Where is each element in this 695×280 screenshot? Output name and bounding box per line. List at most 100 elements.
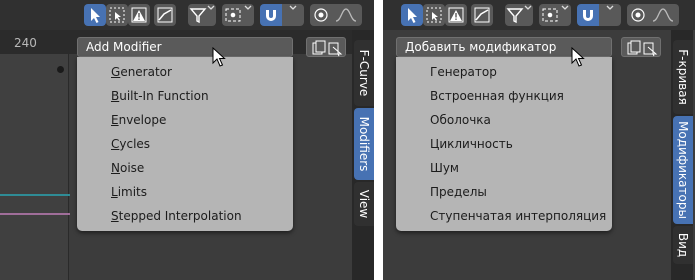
normalize-button[interactable]	[154, 4, 176, 26]
image-divider	[374, 0, 383, 280]
tab-modifiers[interactable]: Модификаторы	[673, 116, 693, 224]
snap-dropdown[interactable]	[282, 4, 304, 26]
menu-item-cycles[interactable]: Цикличность	[396, 132, 612, 156]
falloff-dropdown[interactable]	[649, 4, 679, 26]
proportional-edit-toggle[interactable]	[627, 4, 649, 26]
falloff-curve-icon	[335, 8, 357, 22]
copy-paste-icon	[312, 40, 343, 57]
tab-view[interactable]: Вид	[673, 226, 693, 264]
filter-funnel-icon	[189, 8, 207, 24]
menu-item-envelope[interactable]: Оболочка	[396, 108, 612, 132]
snap-toggle[interactable]	[260, 4, 282, 26]
filter-dropdown[interactable]	[188, 4, 216, 26]
box-select-button[interactable]	[106, 4, 128, 26]
chevron-down-icon	[561, 5, 569, 10]
pivot-point-icon	[225, 8, 241, 22]
menu-item-mnemonic: L	[111, 185, 118, 199]
falloff-dropdown[interactable]	[332, 4, 362, 26]
fcurve-line[interactable]	[0, 194, 70, 196]
graph-editor-russian: Добавить модификатор Генератор Встроенна…	[383, 0, 695, 280]
warning-icon	[448, 7, 464, 23]
tab-fcurve[interactable]: F-Curve	[354, 40, 374, 106]
snap-magnet-icon	[583, 10, 593, 21]
frame-number: 240	[14, 36, 37, 50]
menu-item-envelope[interactable]: Envelope	[77, 108, 293, 132]
menu-item-mnemonic: E	[111, 113, 119, 127]
tab-label: View	[357, 189, 371, 219]
box-select-icon	[109, 7, 125, 23]
menu-item-generator[interactable]: Generator	[77, 60, 293, 84]
pivot-point-dropdown[interactable]	[222, 4, 254, 26]
falloff-curve-icon	[652, 8, 674, 22]
filter-dropdown[interactable]	[505, 4, 533, 26]
copy-paste-icon	[627, 40, 658, 57]
tab-label: F-кривая	[676, 49, 690, 105]
mouse-cursor-icon	[571, 47, 585, 67]
menu-item-label: ycles	[119, 137, 151, 151]
select-tool-button[interactable]	[401, 4, 423, 26]
add-modifier-menu: Generator Built-In Function Envelope Cyc…	[77, 57, 293, 231]
select-tool-button[interactable]	[84, 4, 106, 26]
menu-item-limits[interactable]: Limits	[77, 180, 293, 204]
normalize-button[interactable]	[471, 4, 493, 26]
tab-modifiers[interactable]: Modifiers	[354, 108, 374, 180]
chevron-down-icon	[606, 5, 614, 10]
menu-item-built-in-function[interactable]: Built-In Function	[77, 84, 293, 108]
menu-item-label: tepped Interpolation	[118, 209, 242, 223]
box-select-button[interactable]	[423, 4, 445, 26]
mouse-cursor-icon	[212, 47, 226, 67]
menu-item-stepped-interpolation[interactable]: Stepped Interpolation	[77, 204, 293, 228]
tab-label: Modifiers	[357, 116, 371, 172]
snap-dropdown[interactable]	[599, 4, 621, 26]
menu-item-label: imits	[117, 185, 148, 199]
menu-item-mnemonic: N	[111, 161, 120, 175]
menu-item-cycles[interactable]: Cycles	[77, 132, 293, 156]
menu-item-label: enerator	[120, 65, 172, 79]
menu-item-stepped-interpolation[interactable]: Ступенчатая интерполяция	[396, 204, 612, 228]
keyframe-point[interactable]	[57, 66, 64, 73]
tab-fcurve[interactable]: F-кривая	[673, 40, 693, 114]
pivot-point-dropdown[interactable]	[539, 4, 571, 26]
graph-editor-english: 240 Add Modifier Generator Built-In Func…	[0, 0, 374, 280]
snap-toggle[interactable]	[577, 4, 599, 26]
copy-paste-modifiers-button[interactable]	[306, 37, 346, 57]
copy-paste-modifiers-button[interactable]	[621, 37, 661, 57]
proportional-edit-icon	[314, 8, 328, 22]
add-modifier-menu: Генератор Встроенная функция Оболочка Ци…	[396, 57, 612, 231]
menu-item-noise[interactable]: Шум	[396, 156, 612, 180]
sidebar-tab-column: F-кривая Модификаторы Вид	[671, 30, 693, 280]
menu-item-limits[interactable]: Пределы	[396, 180, 612, 204]
warning-button[interactable]	[445, 4, 467, 26]
menu-item-mnemonic: G	[111, 65, 121, 79]
menu-item-label: nvelope	[118, 113, 167, 127]
tab-view[interactable]: View	[354, 182, 374, 226]
fcurve-line[interactable]	[0, 213, 70, 215]
menu-title: Add Modifier	[77, 37, 293, 57]
box-select-icon	[426, 7, 442, 23]
proportional-edit-icon	[631, 8, 645, 22]
menu-item-label: uilt-In Function	[119, 89, 209, 103]
filter-funnel-icon	[506, 8, 524, 24]
select-cursor-icon	[408, 8, 417, 23]
warning-icon	[131, 7, 147, 23]
tab-label: Модификаторы	[676, 121, 690, 219]
chevron-down-icon	[207, 5, 215, 10]
editor-header	[0, 0, 374, 30]
editor-header	[383, 0, 695, 30]
warning-button[interactable]	[128, 4, 150, 26]
menu-item-mnemonic: B	[111, 89, 120, 103]
graph-area-left[interactable]	[0, 54, 69, 280]
menu-item-label: oise	[119, 161, 145, 175]
tab-label: Вид	[676, 232, 690, 258]
menu-item-built-in-function[interactable]: Встроенная функция	[396, 84, 612, 108]
chevron-down-icon	[524, 5, 532, 10]
chevron-down-icon	[289, 5, 297, 10]
menu-item-mnemonic: S	[111, 209, 119, 223]
select-cursor-icon	[91, 8, 100, 23]
proportional-edit-toggle[interactable]	[310, 4, 332, 26]
menu-item-noise[interactable]: Noise	[77, 156, 293, 180]
normalize-graph-icon	[157, 7, 173, 23]
snap-magnet-icon	[266, 10, 276, 21]
sidebar-tab-column: F-Curve Modifiers View	[352, 30, 374, 280]
tab-label: F-Curve	[357, 49, 371, 97]
